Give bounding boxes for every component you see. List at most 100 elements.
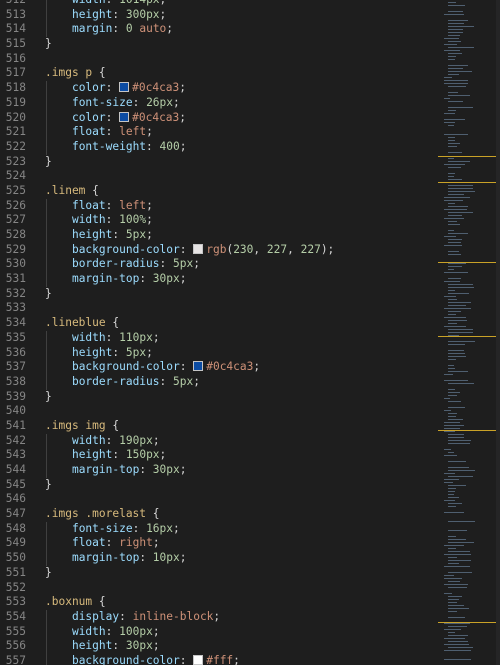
code-line[interactable]: 553 .boxnum { [0, 595, 438, 610]
code-line[interactable]: 556 height: 30px; [0, 639, 438, 654]
code-line[interactable]: 548 font-size: 16px; [0, 521, 438, 537]
minimap-line [448, 101, 463, 102]
minimap-line [448, 416, 456, 417]
code-line[interactable]: 540 [0, 404, 438, 419]
code-line[interactable]: 534 .lineblue { [0, 316, 438, 331]
code-line[interactable]: 550 margin-top: 10px; [0, 551, 438, 566]
code-token: .lineblue [45, 316, 106, 330]
minimap-line [448, 194, 464, 195]
code-line[interactable]: 530 border-radius: 5px; [0, 257, 438, 273]
line-text: background-color: #fff; [45, 654, 240, 665]
code-line[interactable]: 519 font-size: 26px; [0, 95, 438, 111]
minimap-line [444, 650, 471, 651]
minimap-line [444, 566, 470, 567]
minimap-line [448, 353, 465, 354]
code-line[interactable]: 533 [0, 301, 438, 316]
code-line[interactable]: 541 .imgs img { [0, 419, 438, 434]
minimap-line [444, 410, 451, 411]
code-line[interactable]: 514 margin: 0 auto; [0, 22, 438, 38]
minimap-line [448, 434, 464, 435]
code-line[interactable]: 557 background-color: #fff; [0, 653, 438, 665]
code-token: ; [152, 639, 160, 653]
code-line[interactable]: 513 height: 300px; [0, 7, 438, 23]
code-line[interactable]: 520 color: #0c4ca3; [0, 110, 438, 126]
code-line[interactable]: 555 width: 100px; [0, 624, 438, 640]
code-line[interactable]: 537 background-color: #0c4ca3; [0, 360, 438, 375]
code-line[interactable]: 542 width: 190px; [0, 433, 438, 449]
code-line[interactable]: 521 float: left; [0, 125, 438, 140]
code-line[interactable]: 545} [0, 478, 438, 493]
color-swatch-icon[interactable] [193, 654, 204, 665]
line-number: 523 [5, 154, 26, 168]
code-token: : [119, 609, 133, 623]
color-swatch-icon[interactable] [119, 111, 130, 122]
minimap-line [444, 482, 453, 483]
code-line[interactable]: 551} [0, 566, 438, 581]
minimap-line [448, 320, 467, 321]
code-line[interactable]: 531 margin-top: 30px; [0, 272, 438, 287]
code-line[interactable]: 544 margin-top: 30px; [0, 463, 438, 478]
code-line[interactable]: 532} [0, 287, 438, 302]
color-swatch-icon[interactable] [193, 361, 204, 372]
code-token: } [45, 154, 52, 168]
minimap-line [448, 110, 456, 111]
code-line[interactable]: 536 height: 5px; [0, 345, 438, 361]
minimap-line [444, 554, 471, 555]
line-number: 518 [5, 81, 26, 95]
line-text: } [45, 155, 52, 170]
code-line[interactable]: 543 height: 150px; [0, 448, 438, 463]
code-area[interactable]: 512 width: 1014px;513 height: 300px;514 … [0, 0, 438, 665]
color-swatch-icon[interactable] [193, 243, 204, 254]
minimap-line [448, 536, 456, 537]
code-line[interactable]: 526 float: left; [0, 198, 438, 214]
line-number: 519 [5, 95, 26, 109]
code-token: } [45, 565, 52, 579]
code-line[interactable]: 515} [0, 37, 438, 52]
code-line[interactable]: 527 width: 100%; [0, 213, 438, 228]
code-line[interactable]: 528 height: 5px; [0, 228, 438, 243]
minimap-line [448, 251, 459, 252]
line-text: } [45, 390, 52, 405]
minimap-line [444, 77, 452, 78]
code-line[interactable]: 523} [0, 155, 438, 170]
code-line[interactable]: 525 .linem { [0, 184, 438, 199]
code-editor[interactable]: 512 width: 1014px;513 height: 300px;514 … [0, 0, 500, 665]
code-token: } [45, 286, 52, 300]
minimap-line [448, 563, 459, 564]
code-line[interactable]: 538 border-radius: 5px; [0, 374, 438, 390]
code-token: 400 [159, 139, 180, 153]
code-token: 5px [125, 228, 147, 241]
line-number: 514 [5, 22, 26, 36]
code-line[interactable]: 546 [0, 492, 438, 507]
code-line[interactable]: 529 background-color: rgb(230, 227, 227)… [0, 242, 438, 258]
minimap-line [444, 512, 464, 513]
code-line[interactable]: 549 float: right; [0, 536, 438, 552]
minimap[interactable] [438, 0, 500, 665]
code-line[interactable]: 552 [0, 581, 438, 596]
code-line[interactable]: 517 .imgs p { [0, 66, 438, 81]
code-line[interactable]: 516 [0, 52, 438, 67]
code-token: width [71, 433, 106, 447]
minimap-line [444, 296, 456, 297]
color-swatch-icon[interactable] [119, 82, 130, 93]
code-line[interactable]: 547 .imgs .morelast { [0, 507, 438, 522]
code-line[interactable]: 522 font-weight: 400; [0, 139, 438, 155]
code-line[interactable]: 524 [0, 169, 438, 184]
code-line[interactable]: 512 width: 1014px; [0, 0, 438, 8]
line-text: margin-top: 30px; [45, 463, 187, 478]
code-line[interactable]: 539} [0, 390, 438, 405]
code-line[interactable]: 518 color: #0c4ca3; [0, 81, 438, 96]
line-number: 557 [5, 653, 26, 665]
line-number: 521 [5, 125, 26, 139]
line-number: 513 [5, 7, 26, 21]
code-token: 5px [173, 374, 194, 388]
code-token: width [71, 213, 106, 227]
code-line[interactable]: 535 width: 110px; [0, 330, 438, 346]
code-line[interactable]: 554 display: inline-block; [0, 609, 438, 625]
line-number: 545 [5, 477, 26, 491]
minimap-line [444, 50, 460, 51]
